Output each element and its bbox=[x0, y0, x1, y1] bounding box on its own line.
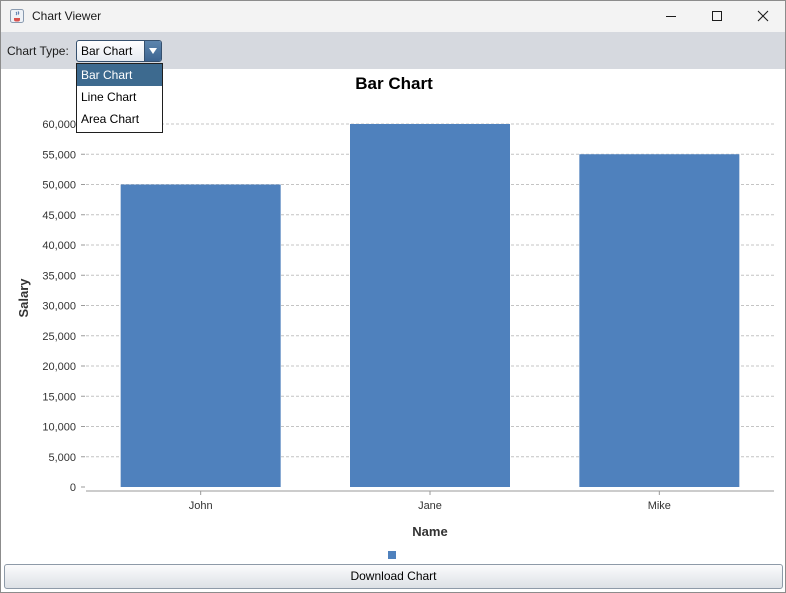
bar-chart: Bar Chart 0 5,000 10,000 15,000 20,000 25,000… bbox=[16, 74, 774, 559]
option-area-chart[interactable]: Area Chart bbox=[77, 108, 162, 130]
x-tick-label: Jane bbox=[418, 500, 442, 512]
minimize-icon bbox=[666, 16, 676, 17]
y-tick-label: 35,000 bbox=[42, 270, 76, 282]
chart-title: Bar Chart bbox=[355, 74, 433, 93]
chevron-down-icon bbox=[149, 48, 157, 54]
y-tick-label: 25,000 bbox=[42, 331, 76, 343]
y-tick-label: 50,000 bbox=[42, 180, 76, 192]
y-tick-label: 0 bbox=[70, 482, 76, 494]
chart-viewer-window: Chart Viewer Chart Type: Bar Chart Bar C… bbox=[0, 0, 786, 593]
title-bar[interactable]: Chart Viewer bbox=[1, 1, 785, 32]
x-tick-label: John bbox=[189, 500, 213, 512]
option-line-chart[interactable]: Line Chart bbox=[77, 86, 162, 108]
chart-type-dropdown-list: Bar Chart Line Chart Area Chart bbox=[76, 63, 163, 133]
x-axis-ticks: John Jane Mike bbox=[189, 491, 671, 512]
y-tick-label: 10,000 bbox=[42, 422, 76, 434]
java-app-icon bbox=[10, 9, 24, 23]
x-tick-label: Mike bbox=[648, 500, 671, 512]
maximize-icon bbox=[712, 11, 722, 21]
minimize-button[interactable] bbox=[648, 1, 694, 32]
close-button[interactable] bbox=[740, 1, 785, 32]
y-tick-label: 55,000 bbox=[42, 149, 76, 161]
close-icon bbox=[757, 10, 769, 22]
y-tick-label: 40,000 bbox=[42, 240, 76, 252]
maximize-button[interactable] bbox=[694, 1, 740, 32]
chart-type-select[interactable]: Bar Chart bbox=[76, 40, 162, 62]
download-chart-button[interactable]: Download Chart bbox=[4, 564, 783, 589]
bar-jane bbox=[350, 124, 510, 487]
bar-mike bbox=[579, 154, 740, 487]
bars bbox=[120, 124, 740, 487]
chart-type-selected-value: Bar Chart bbox=[81, 44, 133, 58]
y-tick-label: 20,000 bbox=[42, 361, 76, 373]
window-title: Chart Viewer bbox=[32, 9, 102, 23]
y-tick-label: 60,000 bbox=[42, 119, 76, 131]
y-axis-title: Salary bbox=[16, 278, 31, 318]
y-tick-label: 5,000 bbox=[48, 452, 76, 464]
y-axis-ticks: 0 5,000 10,000 15,000 20,000 25,000 30,000 35,0… bbox=[42, 119, 85, 494]
y-tick-label: 45,000 bbox=[42, 210, 76, 222]
legend-swatch bbox=[388, 551, 396, 559]
y-tick-label: 30,000 bbox=[42, 301, 76, 313]
chart-type-label: Chart Type: bbox=[7, 44, 69, 58]
dropdown-arrow-button[interactable] bbox=[144, 41, 161, 61]
x-axis-title: Name bbox=[412, 524, 447, 539]
y-tick-label: 15,000 bbox=[42, 391, 76, 403]
option-bar-chart[interactable]: Bar Chart bbox=[77, 64, 162, 86]
bar-john bbox=[120, 184, 281, 487]
